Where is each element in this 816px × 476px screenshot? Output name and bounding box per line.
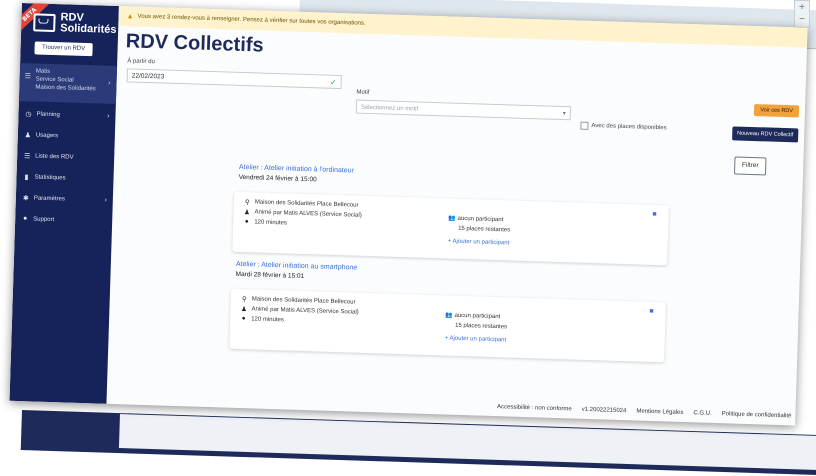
rdv-card: ⚲ Maison des Solidarités Place Bellecour… — [229, 288, 666, 363]
background-scrollbar: + − — [794, 0, 810, 28]
warning-text: Vous avez 3 rendez-vous à renseigner. Pe… — [137, 13, 366, 27]
chevron-right-icon: › — [107, 112, 110, 120]
chevron-down-icon: ▾ — [562, 111, 566, 118]
check-icon: ✓ — [329, 77, 337, 87]
delete-icon[interactable]: ■ — [649, 308, 653, 315]
footer-version-link[interactable]: v1.20022215024 — [582, 407, 627, 414]
rdv-agent: Animé par Matis ALVES (Service Social) — [254, 209, 362, 219]
add-participant-label: Ajouter un participant — [449, 335, 507, 344]
add-participant-link[interactable]: + Ajouter un participant — [445, 335, 507, 343]
sidebar-item-statistiques[interactable]: ▮ Statistiques — [16, 166, 114, 190]
sidebar-item-label: Usagers — [35, 132, 59, 139]
sidebar-item-label: Paramètres — [33, 194, 65, 202]
users-icon: 👥 — [448, 215, 457, 222]
sidebar-item-parametres[interactable]: ✱ Paramètres › — [16, 187, 114, 211]
rdv-duration: 120 minutes — [254, 218, 288, 226]
list-icon: ☰ — [24, 73, 32, 81]
footer-cgu-link[interactable]: C.G.U. — [693, 410, 712, 417]
location-icon: ⚲ — [244, 199, 250, 207]
warning-icon: ▲ — [126, 12, 134, 21]
motif-placeholder: Sélectionnez un motif — [360, 104, 419, 113]
footer-legal-link[interactable]: Mentions Légales — [636, 409, 683, 416]
sidebar-item-label: Statistiques — [34, 173, 66, 181]
sidebar-item-label: Planning — [36, 111, 60, 118]
user-icon: ♟ — [24, 131, 32, 139]
stats-icon: ▮ — [24, 173, 29, 181]
sidebar-item-liste-rdv[interactable]: ☰ Liste des RDV — [17, 145, 115, 169]
rdv-date: Vendredi 24 février à 15:00 — [238, 173, 317, 184]
add-user-icon: + — [447, 238, 452, 245]
location-icon: ⚲ — [241, 296, 247, 304]
sidebar-item-planning[interactable]: ◷ Planning › — [18, 103, 116, 127]
app-logo[interactable]: RDV Solidarités — [33, 11, 117, 36]
new-collective-rdv-button[interactable]: Nouveau RDV Collectif — [731, 126, 799, 143]
users-icon: 👥 — [445, 312, 453, 319]
app-name-line2: Solidarités — [60, 22, 117, 36]
rdv-title-link[interactable]: Atelier : Atelier initiation au smartpho… — [236, 261, 358, 272]
list-icon: ☰ — [23, 152, 31, 160]
sidebar-nav: ◷ Planning › ♟ Usagers ☰ Liste des RDV ▮… — [15, 103, 116, 232]
rdv-item: Atelier : Atelier initiation au smartpho… — [224, 254, 671, 397]
help-icon: ● — [22, 215, 28, 223]
rdv-place: Maison des Solidarités Place Bellecour — [254, 199, 359, 209]
user-icon: ♟ — [243, 209, 251, 217]
chevron-right-icon: › — [104, 196, 107, 204]
gear-icon: ✱ — [22, 194, 29, 202]
rdv-remaining: 15 places restantes — [458, 225, 511, 234]
voir-rdv-button[interactable]: Voir ces RDV — [754, 104, 800, 118]
date-field[interactable]: 22/02/2023 ✓ — [126, 68, 342, 90]
calendar-icon: ◷ — [25, 110, 32, 118]
motif-label: Motif — [356, 89, 370, 96]
footer: Accessibilité : non conforme v1.20022215… — [497, 404, 792, 419]
footer-accessibility-link[interactable]: Accessibilité : non conforme — [497, 404, 572, 412]
logo-icon — [33, 13, 56, 33]
add-participant-label: Ajouter un participant — [452, 238, 510, 247]
date-value: 22/02/2023 — [131, 72, 165, 81]
context-org: Maison des Solidarités — [35, 84, 96, 93]
clock-icon: ● — [244, 218, 249, 226]
sidebar-item-label: Liste des RDV — [35, 152, 74, 161]
rdv-agent: Animé par Matis ALVES (Service Social) — [251, 306, 359, 316]
availability-filter[interactable]: Avec des places disponibles — [580, 121, 667, 133]
availability-checkbox[interactable] — [580, 121, 589, 130]
sidebar-item-support[interactable]: ● Support — [15, 208, 113, 232]
rdv-participants: aucun participant — [454, 312, 501, 321]
rdv-remaining: 15 places restantes — [454, 322, 508, 331]
rdv-title-link[interactable]: Atelier : Atelier initiation à l'ordinat… — [239, 164, 354, 175]
filter-button[interactable]: Filtrer — [733, 156, 767, 176]
app-window: BETA RDV Solidarités Trouver un RDV ☰ Ma… — [9, 3, 808, 426]
rdv-duration: 120 minutes — [251, 315, 284, 323]
user-icon: ♟ — [240, 306, 247, 314]
delete-icon[interactable]: ■ — [652, 211, 656, 218]
sidebar: BETA RDV Solidarités Trouver un RDV ☰ Ma… — [9, 3, 119, 404]
rdv-date: Mardi 28 février à 15:01 — [235, 270, 305, 280]
sidebar-item-label: Support — [33, 215, 55, 223]
rdv-card: ⚲ Maison des Solidarités Place Bellecour… — [232, 191, 669, 266]
rdv-participants: aucun participant — [457, 215, 504, 224]
organisation-switcher[interactable]: ☰ Matis Service Social Maison des Solida… — [18, 62, 118, 104]
chevron-right-icon: › — [108, 79, 111, 87]
add-participant-link[interactable]: + Ajouter un participant — [448, 238, 510, 246]
main-content: ▲ Vous avez 3 rendez-vous à renseigner. … — [106, 6, 808, 425]
page-title: RDV Collectifs — [125, 30, 264, 57]
availability-label: Avec des places disponibles — [591, 122, 667, 132]
rdv-place: Maison des Solidarités Place Bellecour — [251, 296, 356, 306]
date-label: À partir du — [127, 58, 155, 66]
find-rdv-button[interactable]: Trouver un RDV — [34, 41, 93, 57]
clock-icon: ● — [241, 315, 246, 323]
motif-select[interactable]: Sélectionnez un motif ▾ — [355, 99, 572, 121]
add-user-icon: + — [444, 335, 449, 342]
sidebar-item-usagers[interactable]: ♟ Usagers — [18, 124, 116, 148]
footer-privacy-link[interactable]: Politique de confidentialité — [722, 411, 792, 419]
